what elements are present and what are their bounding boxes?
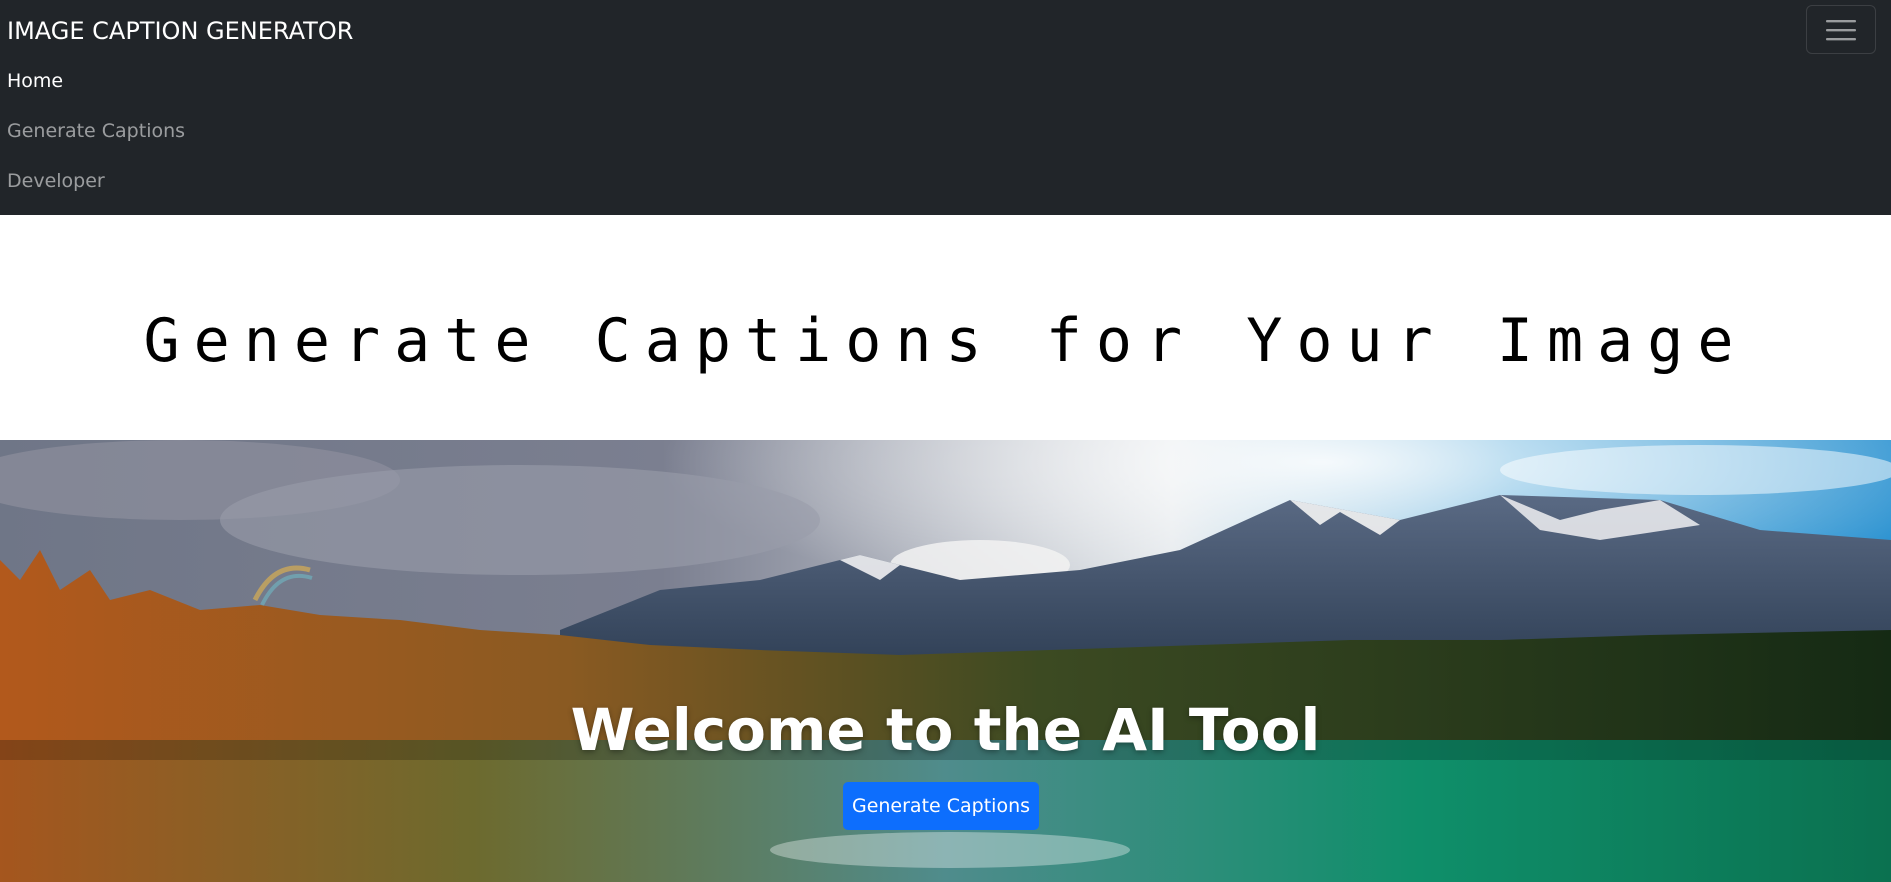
nav-item-generate-captions: Generate Captions xyxy=(7,112,185,162)
nav-link-home[interactable]: Home xyxy=(7,70,63,92)
headline-section: Generate Captions for Your Image xyxy=(0,215,1891,440)
nav-link-generate-captions[interactable]: Generate Captions xyxy=(7,120,185,142)
nav-link-developer[interactable]: Developer xyxy=(7,170,105,192)
page-title: Generate Captions for Your Image xyxy=(143,305,1748,376)
hero-title: Welcome to the AI Tool xyxy=(570,696,1321,764)
nav-menu: Home Generate Captions Developer xyxy=(7,62,185,212)
menu-icon xyxy=(1826,19,1856,40)
generate-captions-button[interactable]: Generate Captions xyxy=(843,782,1039,830)
nav-item-home: Home xyxy=(7,62,185,112)
navbar-toggler-button[interactable] xyxy=(1806,5,1876,54)
navbar-brand[interactable]: IMAGE CAPTION GENERATOR xyxy=(7,14,353,48)
hero-banner: Welcome to the AI Tool Generate Captions xyxy=(0,440,1891,882)
nav-item-developer: Developer xyxy=(7,162,185,212)
navbar: IMAGE CAPTION GENERATOR Home Generate Ca… xyxy=(0,0,1891,215)
